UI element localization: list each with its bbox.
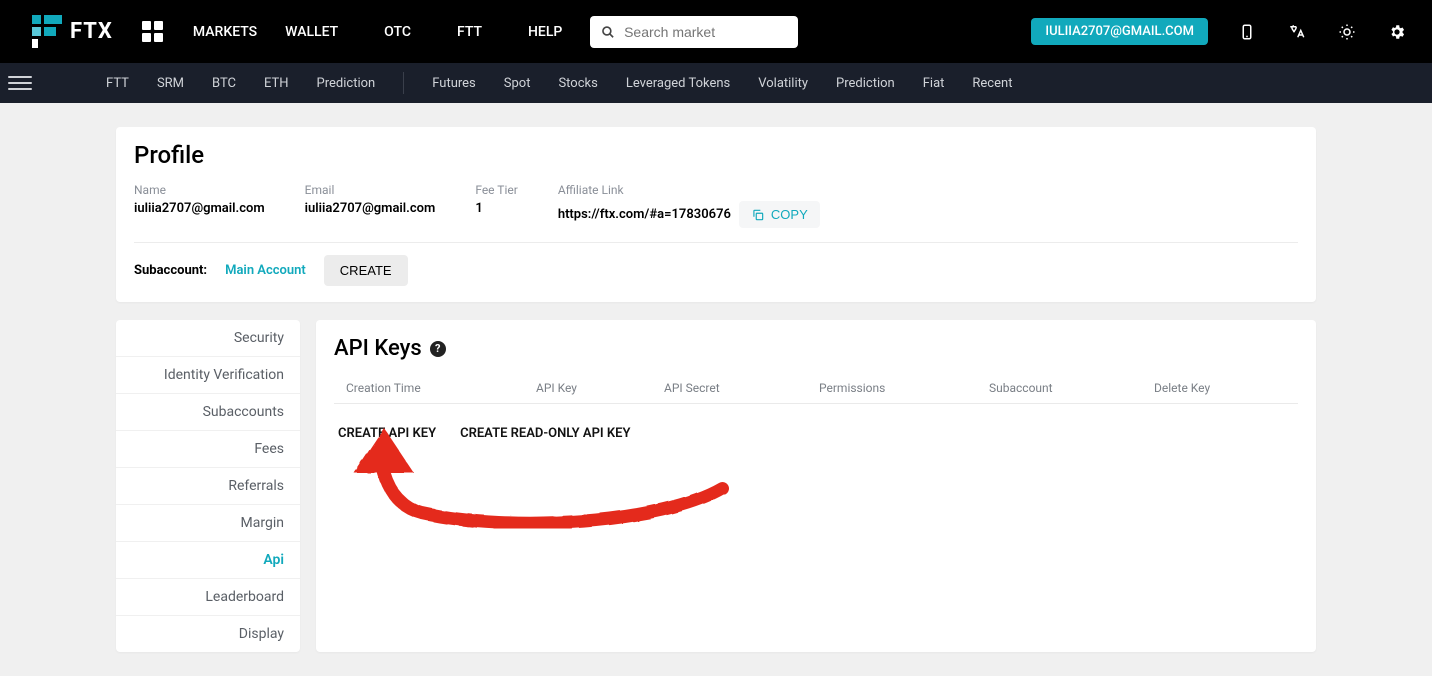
profile-info-row: Name iuliia2707@gmail.com Email iuliia27… [134, 183, 1298, 228]
field-affiliate: Affiliate Link https://ftx.com/#a=178306… [558, 183, 820, 228]
profile-card: Profile Name iuliia2707@gmail.com Email … [116, 127, 1316, 302]
sub-nav: FTT SRM BTC ETH Prediction Futures Spot … [0, 63, 1432, 103]
brand-text: FTX [70, 19, 113, 44]
content-row: Security Identity Verification Subaccoun… [116, 320, 1316, 652]
theme-icon[interactable] [1336, 21, 1358, 43]
mobile-icon[interactable] [1236, 21, 1258, 43]
subnav-prediction2[interactable]: Prediction [822, 76, 909, 91]
email-value: iuliia2707@gmail.com [305, 201, 436, 216]
api-title-text: API Keys [334, 336, 422, 361]
field-name: Name iuliia2707@gmail.com [134, 183, 265, 216]
field-fee: Fee Tier 1 [475, 183, 518, 216]
name-label: Name [134, 183, 265, 197]
user-chip[interactable]: IULIIA2707@GMAIL.COM [1031, 18, 1208, 45]
subnav-srm[interactable]: SRM [143, 76, 198, 91]
create-readonly-key-button[interactable]: CREATE READ-ONLY API KEY [460, 426, 630, 441]
col-subaccount: Subaccount [989, 381, 1154, 395]
api-actions: CREATE API KEY CREATE READ-ONLY API KEY [334, 404, 1298, 445]
nav-wallet[interactable]: WALLET [285, 24, 338, 40]
copy-button[interactable]: COPY [739, 201, 820, 228]
col-delete: Delete Key [1154, 381, 1254, 395]
sidebar-item-leaderboard[interactable]: Leaderboard [116, 579, 300, 616]
col-secret: API Secret [664, 381, 819, 395]
subnav-fiat[interactable]: Fiat [909, 76, 959, 91]
subnav-prediction[interactable]: Prediction [303, 76, 390, 91]
settings-sidebar: Security Identity Verification Subaccoun… [116, 320, 300, 652]
col-key: API Key [536, 381, 664, 395]
search-icon [600, 23, 616, 41]
subnav-recent[interactable]: Recent [958, 76, 1026, 91]
subnav-stocks[interactable]: Stocks [544, 76, 611, 91]
page-content: Profile Name iuliia2707@gmail.com Email … [0, 103, 1432, 676]
subnav-divider [403, 72, 404, 94]
sidebar-item-subaccounts[interactable]: Subaccounts [116, 394, 300, 431]
subnav-volatility[interactable]: Volatility [744, 76, 822, 91]
sidebar-item-fees[interactable]: Fees [116, 431, 300, 468]
copy-label: COPY [771, 207, 808, 222]
field-email: Email iuliia2707@gmail.com [305, 183, 436, 216]
sidebar-item-api[interactable]: Api [116, 542, 300, 579]
sidebar-item-security[interactable]: Security [116, 320, 300, 357]
subaccount-row: Subaccount: Main Account CREATE [134, 242, 1298, 286]
aff-label: Affiliate Link [558, 183, 820, 197]
col-creation: Creation Time [346, 381, 536, 395]
create-subaccount-button[interactable]: CREATE [324, 255, 408, 286]
api-keys-title: API Keys ? [334, 336, 1298, 361]
col-permissions: Permissions [819, 381, 989, 395]
page-title: Profile [134, 141, 1298, 169]
apps-icon[interactable] [141, 20, 165, 44]
main-account-link[interactable]: Main Account [225, 263, 306, 278]
sidebar-item-display[interactable]: Display [116, 616, 300, 652]
sidebar-item-referrals[interactable]: Referrals [116, 468, 300, 505]
settings-gear-icon[interactable] [1386, 21, 1408, 43]
name-value: iuliia2707@gmail.com [134, 201, 265, 216]
fee-label: Fee Tier [475, 183, 518, 197]
nav-ftt[interactable]: FTT [457, 24, 482, 40]
aff-value: https://ftx.com/#a=17830676 [558, 207, 731, 222]
subnav-spot[interactable]: Spot [490, 76, 545, 91]
help-icon[interactable]: ? [430, 341, 446, 357]
email-label: Email [305, 183, 436, 197]
subaccount-label: Subaccount: [134, 263, 207, 278]
search-input[interactable] [624, 24, 788, 40]
subnav-ftt[interactable]: FTT [92, 76, 143, 91]
subnav-futures[interactable]: Futures [418, 76, 490, 91]
sidebar-item-identity[interactable]: Identity Verification [116, 357, 300, 394]
brand-logo[interactable]: FTX [32, 15, 113, 48]
subnav-leveraged[interactable]: Leveraged Tokens [612, 76, 744, 91]
nav-markets[interactable]: MARKETS [193, 24, 257, 40]
create-api-key-button[interactable]: CREATE API KEY [338, 426, 436, 441]
search-box[interactable] [590, 16, 798, 48]
nav-help[interactable]: HELP [528, 24, 562, 40]
api-keys-panel: API Keys ? Creation Time API Key API Sec… [316, 320, 1316, 652]
nav-otc[interactable]: OTC [384, 24, 411, 40]
hamburger-icon[interactable] [8, 71, 32, 95]
fee-value: 1 [475, 201, 518, 216]
subnav-btc[interactable]: BTC [198, 76, 250, 91]
sidebar-item-margin[interactable]: Margin [116, 505, 300, 542]
language-icon[interactable] [1286, 21, 1308, 43]
top-bar: FTX MARKETS WALLET OTC FTT HELP IULIIA27… [0, 0, 1432, 63]
api-table-header: Creation Time API Key API Secret Permiss… [334, 373, 1298, 404]
logo-mark [32, 15, 62, 48]
copy-icon [751, 208, 765, 222]
subnav-eth[interactable]: ETH [250, 76, 303, 91]
